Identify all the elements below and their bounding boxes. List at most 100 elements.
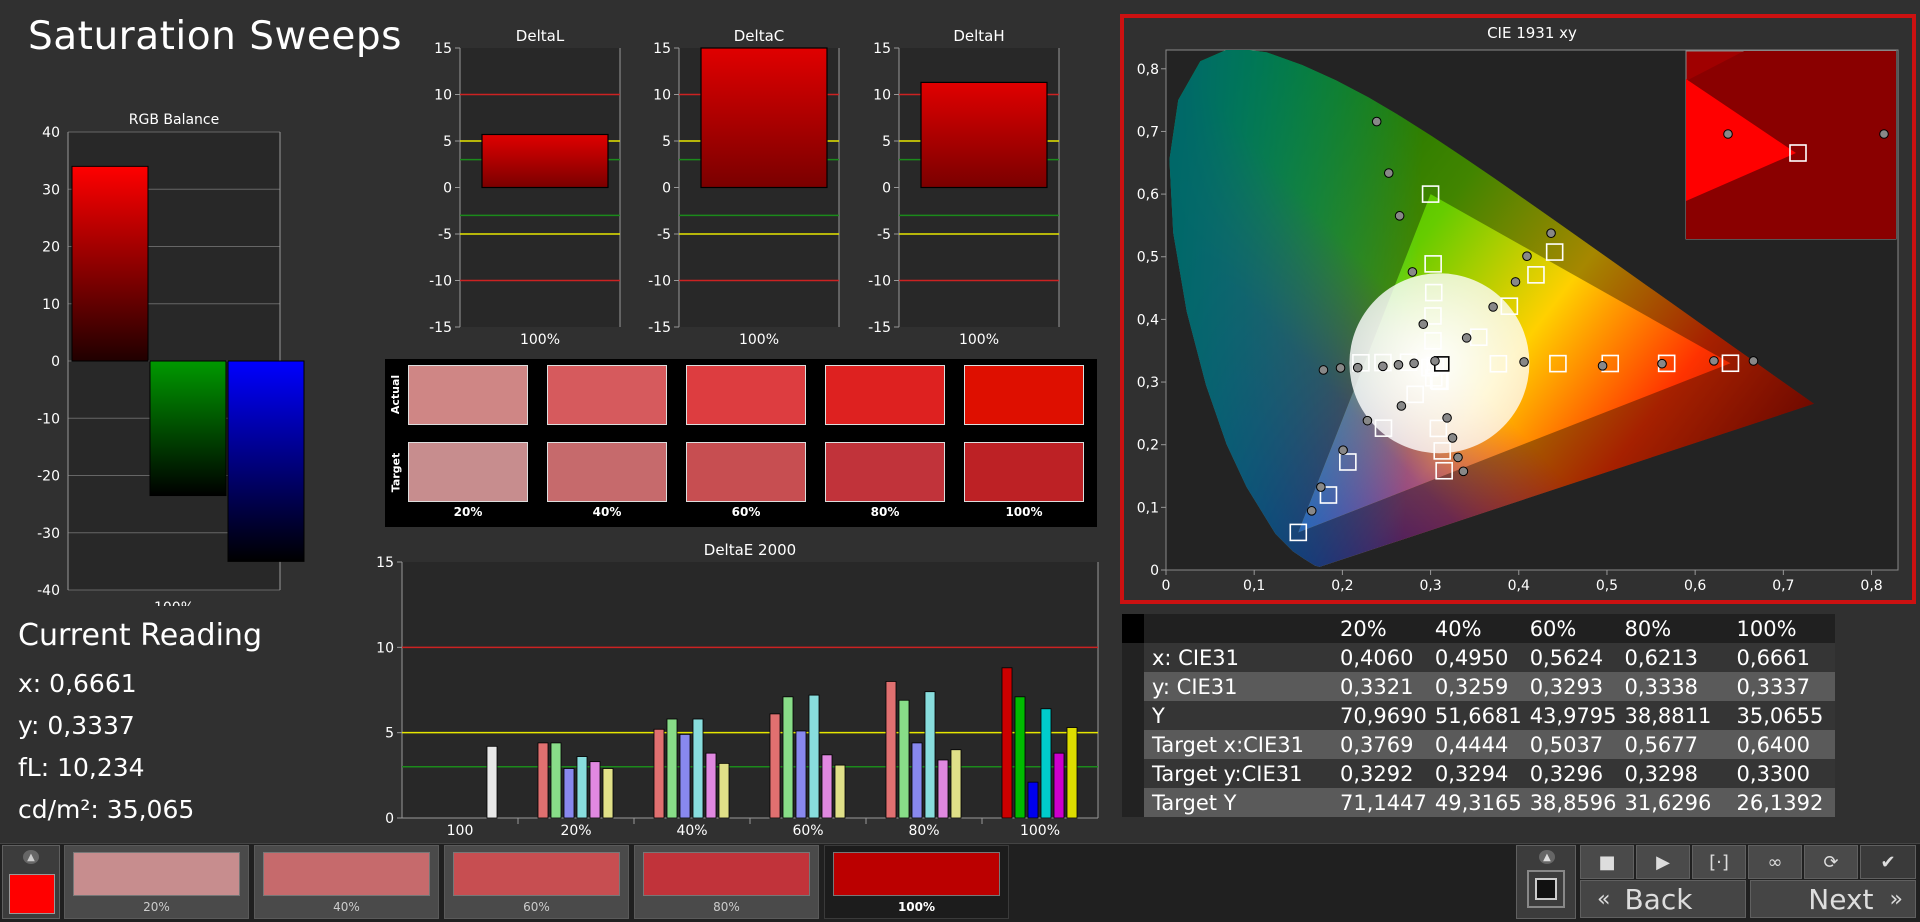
delta-bar [700,47,828,189]
double-right-icon: » [1889,886,1903,912]
deltae-bar [898,699,910,819]
y-tick-label: -20 [37,469,60,485]
x-tick-label: 0,5 [1596,578,1618,594]
table-cell: 0,3293 [1521,672,1617,701]
target-swatch [408,442,528,502]
table-cell: 38,8596 [1521,788,1617,817]
step-label: 20% [143,900,170,914]
y-tick-label: 0,4 [1137,312,1159,328]
pattern-control[interactable]: ▲ [1516,845,1576,919]
y-tick-label: 0,8 [1137,62,1159,78]
y-tick-label: 15 [376,555,394,571]
chevron-up-icon[interactable]: ▲ [1539,850,1555,864]
deltae-bar [602,768,614,819]
table-cell: 0,3321 [1332,672,1427,701]
table-header-cell: 20% [1332,614,1427,643]
next-button[interactable]: Next » [1750,880,1916,918]
chart-title: DeltaE 2000 [704,541,796,559]
chart-title: DeltaH [953,27,1004,45]
step-label: 60% [523,900,550,914]
table-cell: 0,3337 [1728,672,1835,701]
measured-point [1335,363,1346,373]
step-swatch [73,852,240,896]
delta-bar [920,81,1048,189]
y-tick-label: -15 [868,320,891,336]
target-row-label: Target [389,452,403,492]
step-thumbnail[interactable]: 20% [64,845,249,919]
table-row: Target Y 71,1447 49,3165 38,8596 31,6296 26,1… [1122,788,1835,817]
y-tick-label: 0 [385,811,394,827]
read-series-button[interactable]: [·] [1692,845,1746,879]
measured-point [1519,357,1529,367]
table-cell: 0,4444 [1426,730,1522,759]
delta-bar [481,133,609,189]
table-header-row: 20% 40% 60% 80% 100% [1122,614,1835,643]
stop-button[interactable]: ■ [1580,845,1634,879]
deltae-bar [911,742,923,819]
pattern-toggle[interactable] [1527,870,1565,908]
measured-point [1383,168,1394,178]
measured-point [1394,211,1405,221]
y-tick-label: 5 [443,134,452,150]
y-tick-label: 15 [873,41,891,57]
chart-title: DeltaL [516,27,565,45]
table-cell: 0,3292 [1332,759,1427,788]
y-tick-label: -5 [657,227,671,243]
step-thumbnail[interactable]: 100% [824,845,1009,919]
deltae-bar [769,713,781,819]
y-tick-label: 0 [443,181,452,197]
deltae-bar [679,733,691,819]
measured-point [1407,267,1418,277]
refresh-button[interactable]: ⟳ [1804,845,1858,879]
table-cell: 0,3769 [1332,730,1427,759]
step-thumbnail[interactable]: 40% [254,845,439,919]
deltae-bar [486,745,498,819]
actual-swatch [686,365,806,425]
table-cell: 0,5624 [1521,643,1617,672]
deltae-bar [1066,727,1078,819]
scroll-up-icon[interactable]: ▲ [23,850,39,864]
current-color-tile[interactable]: ▲ [2,845,60,919]
deltae-bar [834,764,846,819]
y-tick-label: 0,3 [1137,375,1159,391]
cie-chart: CIE 1931 xy 0 0,1 0,2 0,3 0,4 0,5 0,6 0,7 0,8 0 0,1… [1137,24,1899,594]
step-thumbnail[interactable]: 80% [634,845,819,919]
x-tick-label: 0,7 [1772,578,1794,594]
x-tick-label: 100% [1020,823,1060,839]
blue-bar [227,360,305,562]
y-tick-label: -5 [438,227,452,243]
deltae-bar [1001,667,1013,819]
double-left-icon: « [1597,886,1611,912]
table-cell: 71,1447 [1332,788,1427,817]
measurement-table: 20% 40% 60% 80% 100% x: CIE31 0,4060 0,4950 0,56… [1122,614,1835,817]
step-swatch [643,852,810,896]
refresh-icon: ⟳ [1823,851,1839,873]
deltae-bar [1014,696,1026,819]
row-marker [1122,730,1144,759]
continuous-button[interactable]: ∞ [1748,845,1802,879]
row-marker [1122,672,1144,701]
deltae-bar [563,768,575,819]
play-button[interactable]: ▶ [1636,845,1690,879]
delta-h-chart: DeltaH 15 10 5 0 -5 -10 -15 100% [868,27,1060,346]
swatch-label: 80% [870,505,900,519]
row-marker [1122,701,1144,730]
x-tick-label: 0,4 [1508,578,1530,594]
x-tick-label: 0,2 [1331,578,1353,594]
measured-point [1352,362,1363,373]
table-row: x: CIE31 0,4060 0,4950 0,5624 0,6213 0,6661 [1122,643,1835,672]
back-button[interactable]: « Back [1580,880,1746,918]
inset-measured-point [1723,129,1733,139]
deltae-bar [795,730,807,819]
table-header-cell [1144,614,1332,643]
chart-title: CIE 1931 xy [1487,24,1577,42]
confirm-button[interactable]: ✔ [1860,845,1916,879]
measurement-table-wrap: 20% 40% 60% 80% 100% x: CIE31 0,4060 0,4950 0,56… [1122,614,1882,817]
measured-point [1378,361,1388,372]
y-tick-label: -15 [648,320,671,336]
x-tick-label: 0,6 [1684,578,1706,594]
step-thumbnail[interactable]: 60% [444,845,629,919]
deltae-bar [550,742,562,819]
current-color-swatch [9,874,55,914]
x-tick-label: 100 [447,823,474,839]
